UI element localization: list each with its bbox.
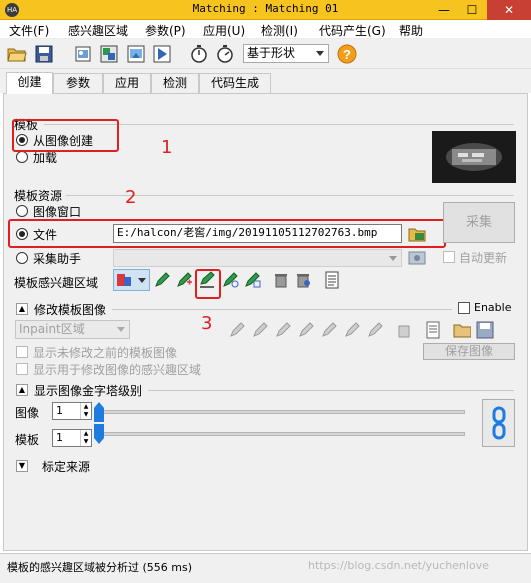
open-folder-icon[interactable] <box>6 43 28 65</box>
tab-inspect[interactable]: 检测 <box>151 73 199 94</box>
image-window-radio[interactable] <box>16 205 28 217</box>
menu-apply[interactable]: 应用(U) <box>203 22 245 39</box>
draw-roi-xor-icon[interactable] <box>243 271 261 289</box>
modify-draw-icon[interactable] <box>228 321 246 339</box>
annotation-box-1 <box>12 119 119 152</box>
inpaint-select[interactable]: Inpaint区域 <box>15 320 130 339</box>
acquire-helper-label: 采集助手 <box>33 252 82 266</box>
template-level-slider[interactable] <box>100 432 465 436</box>
link-icon <box>492 406 505 440</box>
modify-draw-add-icon[interactable] <box>251 321 269 339</box>
load-image-icon[interactable] <box>72 43 94 65</box>
show-roi-label: 显示用于修改图像的感兴趣区域 <box>33 363 202 377</box>
acquire-helper-radio[interactable] <box>16 252 28 264</box>
save-model-icon[interactable] <box>125 43 147 65</box>
save-icon[interactable] <box>33 43 55 65</box>
modify-draw-rect-icon[interactable] <box>297 321 315 339</box>
close-icon[interactable]: ✕ <box>487 0 531 20</box>
modify-delete-icon[interactable] <box>395 321 413 339</box>
draw-roi-add-icon[interactable] <box>175 271 193 289</box>
menu-params[interactable]: 参数(P) <box>145 22 186 39</box>
delete-roi-icon[interactable] <box>272 271 290 289</box>
chevron-down-icon <box>389 256 397 261</box>
chevron-down-icon <box>316 51 324 56</box>
inpaint-value: Inpaint区域 <box>19 322 85 336</box>
menu-help[interactable]: 帮助 <box>399 22 423 39</box>
divider <box>148 390 514 391</box>
run-model-icon[interactable] <box>151 43 173 65</box>
maximize-icon[interactable]: ☐ <box>458 0 486 20</box>
menu-roi[interactable]: 感兴趣区域 <box>68 22 128 39</box>
acquire-helper-select[interactable] <box>113 249 402 267</box>
source-section-label: 模板资源 <box>14 189 63 203</box>
load-model-icon[interactable] <box>98 43 120 65</box>
status-text: 模板的感兴趣区域被分析过 (556 ms) <box>7 561 193 574</box>
annotation-number-2: 2 <box>125 187 137 208</box>
collapse-icon[interactable]: ▲ <box>16 384 28 396</box>
modify-open-icon[interactable] <box>453 321 471 339</box>
menu-file[interactable]: 文件(F) <box>9 22 49 39</box>
delete-all-roi-icon[interactable] <box>294 271 312 289</box>
modify-section-label: 修改模板图像 <box>34 303 107 317</box>
modify-draw-circle-icon[interactable] <box>320 321 338 339</box>
svg-text:?: ? <box>343 47 351 62</box>
draw-roi-subtract-icon[interactable] <box>198 271 216 289</box>
image-level-slider[interactable] <box>100 410 465 414</box>
roi-shape-dropdown[interactable] <box>113 269 150 291</box>
show-unmodified-checkbox[interactable] <box>16 346 28 358</box>
link-levels-button[interactable] <box>482 399 515 447</box>
draw-roi-icon[interactable] <box>153 271 171 289</box>
chevron-down-icon <box>117 327 125 332</box>
image-window-label: 图像窗口 <box>33 205 82 219</box>
collapse-icon[interactable]: ▲ <box>16 303 28 315</box>
modify-save-icon[interactable] <box>476 321 494 339</box>
draw-roi-intersect-icon[interactable] <box>221 271 239 289</box>
roi-label: 模板感兴趣区域 <box>14 276 99 290</box>
save-image-button[interactable]: 保存图像 <box>423 343 515 360</box>
help-icon[interactable]: ? <box>336 43 358 65</box>
annotation-box-2 <box>8 219 446 248</box>
expand-icon[interactable]: ▼ <box>16 460 28 472</box>
menu-inspect[interactable]: 检测(I) <box>261 22 298 39</box>
annotation-number-3: 3 <box>201 313 213 334</box>
watermark: https://blog.csdn.net/yuchenlove <box>308 559 489 572</box>
roi-list-icon[interactable] <box>323 271 341 289</box>
annotation-number-1: 1 <box>161 137 173 158</box>
auto-update-checkbox[interactable] <box>443 251 455 263</box>
enable-label: Enable <box>474 301 512 314</box>
tab-params[interactable]: 参数 <box>53 73 103 94</box>
divider <box>112 309 452 310</box>
image-level-stepper-icon[interactable]: ▲ ▼ <box>80 403 91 419</box>
menu-codegen[interactable]: 代码产生(G) <box>319 22 386 39</box>
shape-type-select[interactable]: 基于形状 <box>243 44 329 63</box>
template-level-stepper-icon[interactable]: ▲ ▼ <box>80 430 91 446</box>
modify-draw-ellipse-icon[interactable] <box>343 321 361 339</box>
load-radio[interactable] <box>16 151 28 163</box>
modify-list-icon[interactable] <box>424 321 442 339</box>
show-roi-checkbox[interactable] <box>16 363 28 375</box>
enable-checkbox[interactable] <box>458 302 470 314</box>
tab-create[interactable]: 创建 <box>6 72 53 94</box>
tab-codegen[interactable]: 代码生成 <box>199 73 271 94</box>
acquire-settings-icon[interactable] <box>407 248 427 268</box>
auto-update-label: 自动更新 <box>459 251 508 265</box>
calibration-section-label: 标定来源 <box>42 460 91 474</box>
image-level-label: 图像 <box>15 406 40 420</box>
minimize-icon[interactable]: — <box>430 0 458 20</box>
modify-draw-subtract-icon[interactable] <box>274 321 292 339</box>
acquire-button[interactable]: 采集 <box>443 202 515 243</box>
template-preview-image <box>432 131 516 183</box>
template-level-label: 模板 <box>15 433 40 447</box>
tab-apply[interactable]: 应用 <box>103 73 151 94</box>
stopwatch-icon[interactable] <box>214 43 236 65</box>
show-unmodified-label: 显示未修改之前的模板图像 <box>33 346 178 360</box>
pyramid-section-label: 显示图像金字塔级别 <box>34 384 143 398</box>
modify-draw-polygon-icon[interactable] <box>366 321 384 339</box>
timer-icon[interactable] <box>188 43 210 65</box>
shape-type-value: 基于形状 <box>247 46 296 60</box>
